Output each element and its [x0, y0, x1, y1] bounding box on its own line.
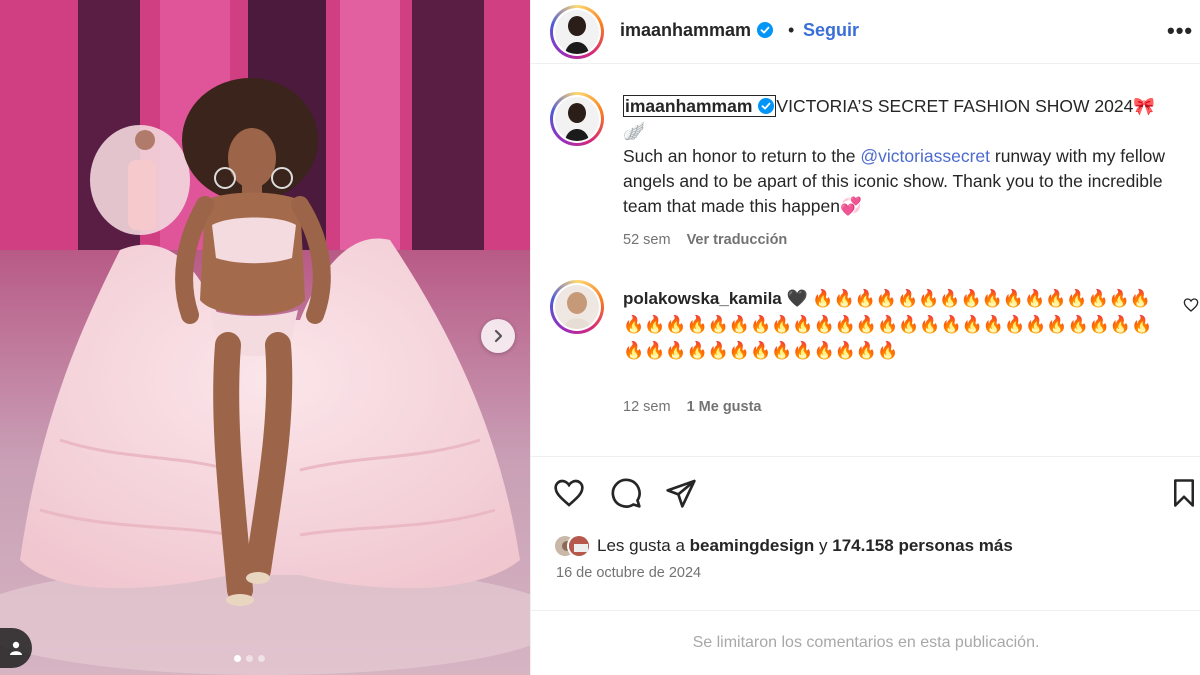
comment-meta: 12 sem 1 Me gusta: [623, 399, 762, 415]
post-header: imaanhammam • Seguir •••: [531, 0, 1200, 64]
caption-author-avatar[interactable]: [550, 92, 604, 146]
liker-avatar: [567, 534, 591, 558]
chevron-right-icon: [494, 329, 503, 343]
avatar-image: [569, 536, 589, 556]
translate-link[interactable]: Ver traducción: [687, 232, 788, 248]
verified-badge-icon: [758, 98, 775, 114]
author-username[interactable]: imaanhammam: [620, 20, 774, 41]
comment-text: polakowska_kamila 🖤 🔥🔥🔥🔥🔥🔥🔥🔥🔥🔥🔥🔥🔥🔥🔥🔥🔥🔥🔥🔥…: [623, 286, 1163, 364]
author-avatar[interactable]: [550, 5, 604, 59]
caption-text: imaanhammam VICTORIA’S SECRET FASHION SHO…: [623, 94, 1183, 219]
likes-count[interactable]: 174.158 personas más: [832, 536, 1013, 555]
wing-emoji: 🪽: [623, 121, 645, 141]
caption-time: 52 sem: [623, 232, 671, 248]
more-options-icon[interactable]: •••: [1167, 18, 1193, 44]
username-text[interactable]: imaanhammam: [625, 96, 752, 116]
avatar-image: [555, 10, 599, 54]
post-side-panel: imaanhammam • Seguir ••• imaanhammam VICT…: [530, 0, 1200, 675]
commenter-avatar[interactable]: [550, 280, 604, 334]
comment-like-heart-icon[interactable]: [1183, 297, 1199, 313]
likes-prefix: Les gusta a: [597, 536, 690, 555]
follow-button[interactable]: Seguir: [803, 20, 859, 41]
avatar-image: [555, 285, 599, 329]
comment-icon[interactable]: [610, 477, 642, 509]
liker-username[interactable]: beamingdesign: [690, 536, 815, 555]
caption-title: VICTORIA’S SECRET FASHION SHOW 2024🎀: [776, 96, 1156, 116]
comments-limited-notice: Se limitaron los comentarios en esta pub…: [531, 610, 1200, 675]
caption-meta: 52 sem Ver traducción: [623, 232, 787, 248]
comment-time: 12 sem: [623, 399, 671, 415]
user-tag-icon: [10, 641, 22, 655]
carousel-indicator: [234, 655, 265, 662]
carousel-dot: [258, 655, 265, 662]
like-heart-icon[interactable]: [553, 477, 585, 509]
share-send-icon[interactable]: [665, 477, 697, 509]
runway-photo: [0, 0, 530, 675]
post-image[interactable]: [0, 0, 530, 675]
verified-badge-icon: [757, 22, 774, 38]
save-bookmark-icon[interactable]: [1169, 477, 1199, 509]
likes-connector: y: [814, 536, 833, 555]
post-actions: [531, 456, 1200, 536]
likes-text: Les gusta a beamingdesign y 174.158 pers…: [597, 536, 1013, 556]
separator-dot: •: [788, 20, 795, 40]
caption-text-start: Such an honor to return to the: [623, 146, 861, 166]
comment-likes-link[interactable]: 1 Me gusta: [687, 399, 762, 415]
post-date: 16 de octubre de 2024: [556, 565, 702, 581]
carousel-dot: [234, 655, 241, 662]
carousel-next-button[interactable]: [481, 319, 515, 353]
carousel-dot: [246, 655, 253, 662]
likes-summary[interactable]: Les gusta a beamingdesign y 174.158 pers…: [553, 532, 1013, 560]
caption-username[interactable]: imaanhammam: [623, 95, 777, 117]
username-text[interactable]: imaanhammam: [620, 20, 751, 40]
avatar-image: [555, 97, 599, 141]
commenter-username[interactable]: polakowska_kamila: [623, 289, 782, 308]
mention-link[interactable]: @victoriassecret: [860, 146, 990, 166]
